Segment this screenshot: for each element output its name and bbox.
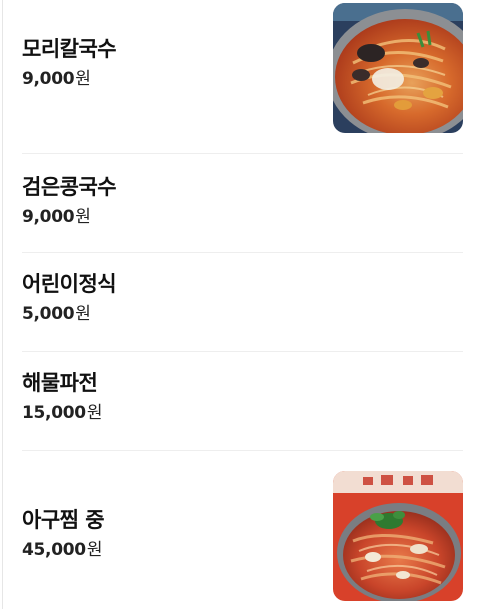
- currency-unit: 원: [75, 69, 91, 89]
- menu-item-name: 모리칼국수: [22, 37, 117, 61]
- menu-item-text: 검은콩국수 9,000원: [22, 174, 117, 228]
- currency-unit: 원: [86, 540, 103, 560]
- menu-item-price: 5,000원: [22, 303, 116, 325]
- agujjim-photo-image: [333, 471, 463, 601]
- currency-unit: 원: [75, 304, 91, 324]
- menu-item-text: 아구찜 중 45,000원: [22, 507, 105, 561]
- menu-item[interactable]: 해물파전 15,000원: [22, 352, 463, 451]
- menu-item-text: 모리칼국수 9,000원: [22, 36, 117, 90]
- menu-item-price: 45,000원: [22, 539, 104, 561]
- menu-item-text: 어린이정식 5,000원: [22, 271, 117, 325]
- menu-item[interactable]: 검은콩국수 9,000원: [22, 154, 463, 253]
- menu-list: 모리칼국수 9,000원 검은콩국수 9,000원 어린이정식 5,000원 해…: [0, 0, 482, 609]
- menu-item-name: 어린이정식: [22, 272, 117, 296]
- menu-item-price: 9,000원: [22, 206, 116, 228]
- menu-item-name: 검은콩국수: [22, 175, 117, 199]
- menu-item[interactable]: 모리칼국수 9,000원: [22, 0, 463, 154]
- currency-unit: 원: [86, 403, 103, 423]
- menu-item[interactable]: 아구찜 중 45,000원: [22, 451, 463, 609]
- currency-unit: 원: [75, 207, 91, 227]
- menu-item-text: 해물파전 15,000원: [22, 370, 102, 424]
- price-value: 45,000: [22, 540, 86, 560]
- price-value: 15,000: [22, 403, 86, 423]
- menu-item-photo[interactable]: [333, 3, 463, 133]
- price-value: 5,000: [22, 304, 75, 324]
- menu-item-name: 해물파전: [22, 371, 98, 395]
- menu-item-name: 아구찜 중: [22, 508, 105, 532]
- price-value: 9,000: [22, 69, 75, 89]
- menu-item-photo[interactable]: [333, 471, 463, 601]
- kalguksu-photo-image: [333, 3, 463, 133]
- menu-item-price: 15,000원: [22, 402, 102, 424]
- menu-item-price: 9,000원: [22, 68, 116, 90]
- price-value: 9,000: [22, 207, 75, 227]
- menu-item[interactable]: 어린이정식 5,000원: [22, 253, 463, 352]
